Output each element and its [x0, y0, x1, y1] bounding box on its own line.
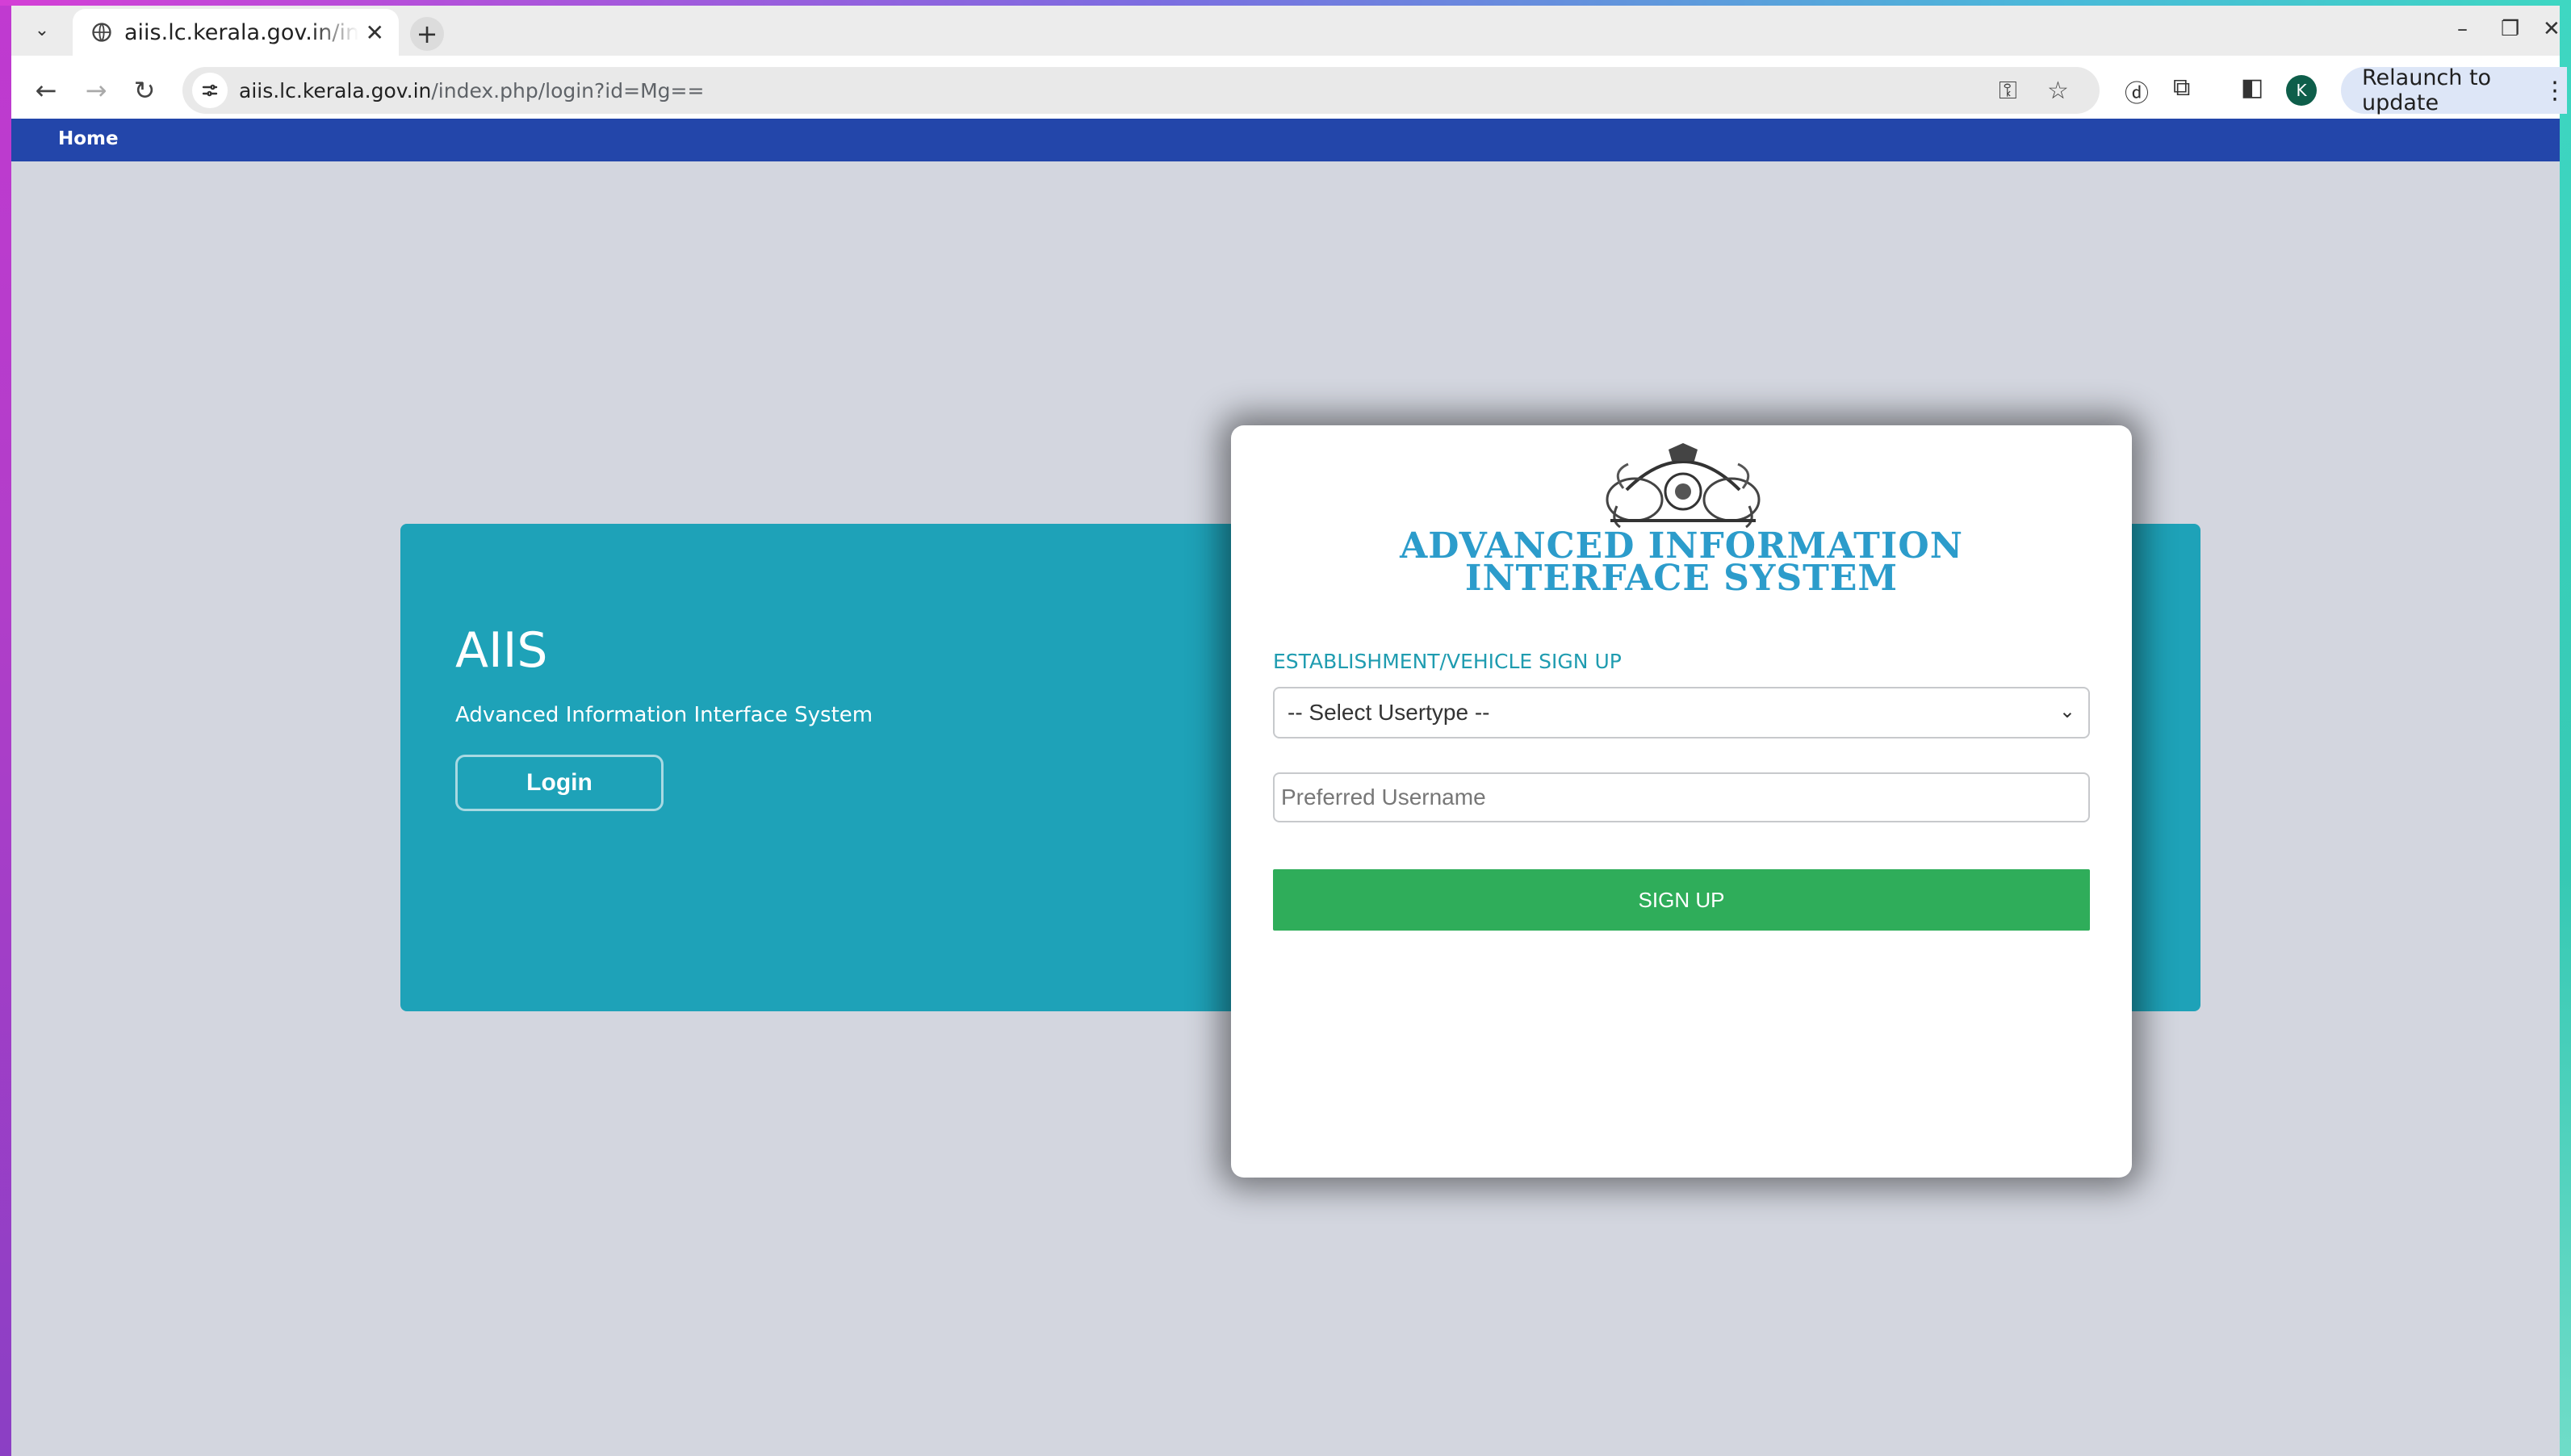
tab-strip: ⌄ aiis.lc.kerala.gov.in/index.php/login?… — [11, 6, 2561, 56]
usertype-selected-value: -- Select Usertype -- — [1288, 700, 1490, 725]
extensions-puzzle-icon[interactable]: ⧉ — [2173, 73, 2190, 102]
tab-title: aiis.lc.kerala.gov.in/index.php/login?id… — [124, 19, 358, 45]
bookmark-star-icon[interactable]: ☆ — [2047, 77, 2069, 105]
preferred-username-input[interactable] — [1273, 772, 2090, 822]
login-button[interactable]: Login — [455, 755, 664, 811]
side-panel-icon[interactable]: ◧ — [2241, 73, 2263, 102]
chevron-down-icon: ⌄ — [2058, 701, 2075, 722]
relaunch-button[interactable]: Relaunch to update ⋮ — [2341, 65, 2567, 115]
forward-icon[interactable]: → — [79, 73, 113, 107]
site-info-icon[interactable] — [192, 73, 228, 108]
desktop-edge-top — [0, 0, 2571, 6]
hero-subtitle: Advanced Information Interface System — [455, 703, 873, 727]
profile-avatar[interactable]: K — [2286, 75, 2317, 106]
address-bar[interactable]: aiis.lc.kerala.gov.in/index.php/login?id… — [182, 67, 2100, 114]
nav-home-link[interactable]: Home — [58, 128, 119, 149]
browser-window: ⌄ aiis.lc.kerala.gov.in/index.php/login?… — [11, 6, 2567, 1456]
signup-card: ADVANCED INFORMATION INTERFACE SYSTEM ES… — [1231, 425, 2132, 1178]
desktop-edge-right — [2560, 0, 2571, 1456]
relaunch-label: Relaunch to update — [2362, 65, 2492, 115]
signup-button[interactable]: SIGN UP — [1273, 869, 2090, 931]
close-tab-icon[interactable]: ✕ — [366, 19, 384, 46]
url-text: aiis.lc.kerala.gov.in/index.php/login?id… — [239, 78, 705, 103]
minimize-icon[interactable]: – — [2457, 17, 2468, 41]
logo-wordmark: ADVANCED INFORMATION INTERFACE SYSTEM — [1231, 529, 2132, 599]
site-nav-bar: Home — [11, 119, 2560, 161]
globe-icon — [92, 23, 111, 42]
signup-heading: ESTABLISHMENT/VEHICLE SIGN UP — [1273, 650, 1622, 673]
active-tab[interactable]: aiis.lc.kerala.gov.in/index.php/login?id… — [73, 9, 399, 56]
password-key-icon[interactable]: ⚿ — [1999, 77, 2017, 105]
logo-line-2: INTERFACE SYSTEM — [1464, 558, 1899, 599]
hero-title: AIIS — [455, 622, 548, 679]
extension-icon[interactable]: ⓓ — [2125, 73, 2149, 109]
menu-dots-icon[interactable]: ⋮ — [2543, 77, 2567, 105]
kerala-emblem-logo — [1606, 443, 1761, 529]
restore-icon[interactable]: ❐ — [2501, 17, 2519, 41]
back-icon[interactable]: ← — [29, 73, 63, 107]
close-window-icon[interactable]: ✕ — [2543, 17, 2561, 41]
browser-toolbar: ← → ↻ aiis.lc.kerala.gov.in/index.php/lo… — [11, 56, 2567, 125]
new-tab-button[interactable]: + — [410, 17, 444, 51]
usertype-select[interactable]: -- Select Usertype -- ⌄ — [1273, 687, 2090, 738]
tab-search-icon[interactable]: ⌄ — [27, 15, 57, 44]
reload-icon[interactable]: ↻ — [128, 73, 161, 107]
desktop-edge-left — [0, 0, 11, 1456]
